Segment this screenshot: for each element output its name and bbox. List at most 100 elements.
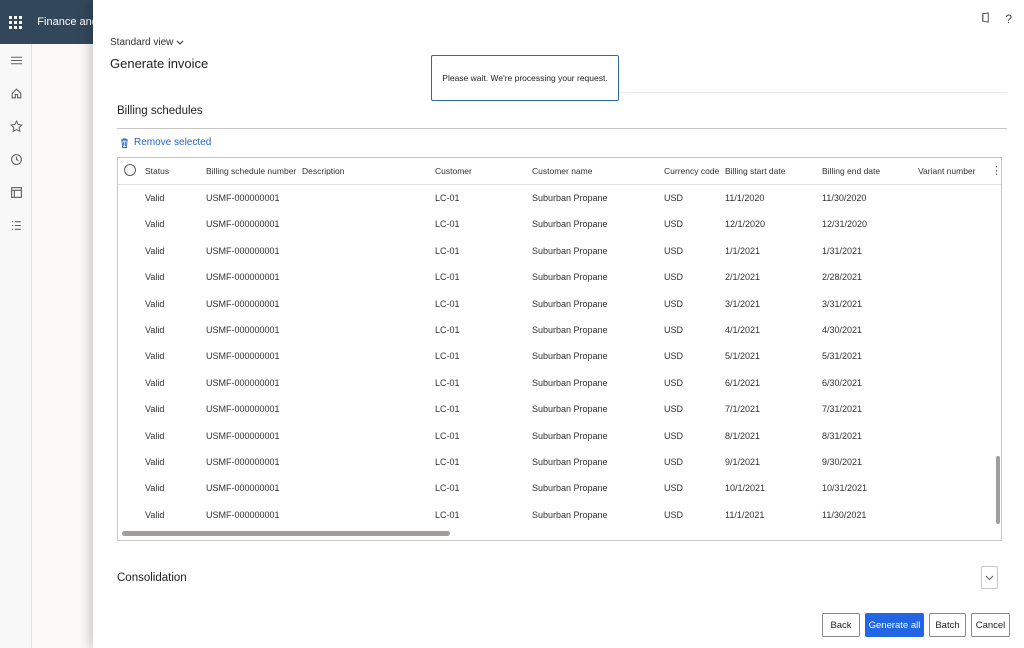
cell-status: Valid xyxy=(145,272,165,283)
table-row[interactable]: Valid USMF-000000001 LC-01 Suburban Propane… xyxy=(118,475,998,501)
table-row[interactable]: Valid USMF-000000001 LC-01 Suburban Propane… xyxy=(118,343,998,369)
toast-message: Please wait. We're processing your reque… xyxy=(442,73,608,83)
back-button[interactable]: Back xyxy=(822,613,860,637)
column-header-billing-start-date[interactable]: Billing start date xyxy=(725,166,785,176)
table-row[interactable]: Valid USMF-000000001 LC-01 Suburban Propane… xyxy=(118,238,998,264)
grid-header: Status Billing schedule number Descripti… xyxy=(118,158,1001,185)
table-row[interactable]: Valid USMF-000000001 LC-01 Suburban Propane… xyxy=(118,502,998,528)
cell-billing-start-date: 1/1/2021 xyxy=(725,245,761,256)
cell-customer: LC-01 xyxy=(435,298,460,309)
cell-status: Valid xyxy=(145,509,165,520)
cancel-button[interactable]: Cancel xyxy=(971,613,1010,637)
cell-billing-start-date: 7/1/2021 xyxy=(725,404,761,415)
table-row[interactable]: Valid USMF-000000001 LC-01 Suburban Propane… xyxy=(118,396,998,422)
cell-billing-start-date: 11/1/2021 xyxy=(725,509,765,520)
cell-customer: LC-01 xyxy=(435,509,460,520)
cell-status: Valid xyxy=(145,457,165,467)
column-header-description[interactable]: Description xyxy=(302,166,345,176)
column-header-billing-end-date[interactable]: Billing end date xyxy=(822,166,880,176)
generate-all-button[interactable]: Generate all xyxy=(865,613,924,637)
cell-billing-end-date: 9/30/2021 xyxy=(822,457,863,467)
cell-billing-end-date: 11/30/2020 xyxy=(822,193,867,203)
office-icon[interactable] xyxy=(980,12,991,26)
table-row[interactable]: Valid USMF-000000001 LC-01 Suburban Propane… xyxy=(118,449,998,475)
cell-currency-code: USD xyxy=(664,483,684,494)
cell-billing-start-date: 10/1/2021 xyxy=(725,483,766,494)
cell-customer-name: Suburban Propane xyxy=(532,245,608,256)
batch-button[interactable]: Batch xyxy=(929,613,966,637)
cell-status: Valid xyxy=(145,245,165,256)
cell-billing-start-date: 4/1/2021 xyxy=(725,325,761,335)
cell-currency-code: USD xyxy=(664,245,684,256)
table-row[interactable]: Valid USMF-000000001 LC-01 Suburban Propane… xyxy=(118,211,998,237)
trash-icon xyxy=(121,138,128,148)
vertical-scrollbar[interactable] xyxy=(996,456,1000,524)
select-all-checkbox[interactable] xyxy=(124,164,136,176)
home-icon[interactable] xyxy=(0,77,32,110)
modules-list-icon[interactable] xyxy=(0,209,32,242)
cell-status: Valid xyxy=(145,377,165,388)
billing-schedules-title: Billing schedules xyxy=(117,105,203,117)
column-header-currency-code[interactable]: Currency code xyxy=(664,166,719,176)
cell-status: Valid xyxy=(145,404,165,415)
horizontal-scrollbar[interactable] xyxy=(122,531,450,536)
cell-billing-schedule-number: USMF-000000001 xyxy=(206,483,280,494)
chevron-down-icon xyxy=(985,575,994,580)
table-row[interactable]: Valid USMF-000000001 LC-01 Suburban Propane… xyxy=(118,291,998,317)
cell-billing-schedule-number: USMF-000000001 xyxy=(206,377,280,388)
table-row[interactable]: Valid USMF-000000001 LC-01 Suburban Propane… xyxy=(118,185,998,211)
cell-customer: LC-01 xyxy=(435,272,460,283)
consolidation-title: Consolidation xyxy=(117,572,187,584)
cell-billing-end-date: 5/31/2021 xyxy=(822,351,863,362)
app-launcher-icon[interactable] xyxy=(0,0,31,44)
cell-customer-name: Suburban Propane xyxy=(532,377,608,388)
cell-customer: LC-01 xyxy=(435,404,460,415)
table-row[interactable]: Valid USMF-000000001 LC-01 Suburban Propane… xyxy=(118,317,998,343)
cell-customer-name: Suburban Propane xyxy=(532,457,608,467)
cell-currency-code: USD xyxy=(664,351,684,362)
cell-billing-start-date: 6/1/2021 xyxy=(725,377,761,388)
help-icon[interactable]: ? xyxy=(1005,12,1012,26)
cell-billing-schedule-number: USMF-000000001 xyxy=(206,193,280,203)
cell-customer: LC-01 xyxy=(435,219,460,230)
background-workspace xyxy=(32,44,96,648)
cell-currency-code: USD xyxy=(664,430,684,441)
cell-status: Valid xyxy=(145,298,165,309)
view-selector[interactable]: Standard view xyxy=(110,37,184,48)
remove-selected-label: Remove selected xyxy=(134,137,212,148)
cell-billing-schedule-number: USMF-000000001 xyxy=(206,430,280,441)
cell-currency-code: USD xyxy=(664,404,684,415)
column-header-customer[interactable]: Customer xyxy=(435,166,472,176)
cell-currency-code: USD xyxy=(664,272,684,283)
cell-status: Valid xyxy=(145,219,165,230)
cell-billing-end-date: 1/31/2021 xyxy=(822,245,863,256)
column-header-billing-schedule-number[interactable]: Billing schedule number xyxy=(206,166,296,176)
cell-billing-end-date: 6/30/2021 xyxy=(822,377,863,388)
cell-billing-end-date: 11/30/2021 xyxy=(822,509,867,520)
recent-clock-icon[interactable] xyxy=(0,143,32,176)
cell-billing-schedule-number: USMF-000000001 xyxy=(206,245,280,256)
cell-billing-end-date: 12/31/2020 xyxy=(822,219,868,230)
cell-customer-name: Suburban Propane xyxy=(532,219,608,230)
remove-selected-button[interactable]: Remove selected xyxy=(120,137,211,148)
cell-currency-code: USD xyxy=(664,457,684,467)
column-header-customer-name[interactable]: Customer name xyxy=(532,166,592,176)
table-row[interactable]: Valid USMF-000000001 LC-01 Suburban Propane… xyxy=(118,423,998,449)
favorites-star-icon[interactable] xyxy=(0,110,32,143)
table-row[interactable]: Valid USMF-000000001 LC-01 Suburban Propane… xyxy=(118,370,998,396)
column-header-variant-number[interactable]: Variant number xyxy=(918,166,975,176)
cell-customer-name: Suburban Propane xyxy=(532,272,608,283)
cell-customer: LC-01 xyxy=(435,377,460,388)
workspaces-icon[interactable] xyxy=(0,176,32,209)
cell-customer-name: Suburban Propane xyxy=(532,193,608,203)
cell-customer-name: Suburban Propane xyxy=(532,404,608,415)
cell-billing-end-date: 10/31/2021 xyxy=(822,483,868,494)
more-options-icon[interactable]: ⋮ xyxy=(991,164,1001,177)
consolidation-expand-button[interactable] xyxy=(981,566,998,589)
hamburger-menu-icon[interactable] xyxy=(0,44,32,77)
page-title: Generate invoice xyxy=(110,56,209,71)
column-header-status[interactable]: Status xyxy=(145,166,169,176)
table-row[interactable]: Valid USMF-000000001 LC-01 Suburban Propane… xyxy=(118,264,998,290)
cell-currency-code: USD xyxy=(664,298,684,309)
cell-billing-schedule-number: USMF-000000001 xyxy=(206,404,280,415)
